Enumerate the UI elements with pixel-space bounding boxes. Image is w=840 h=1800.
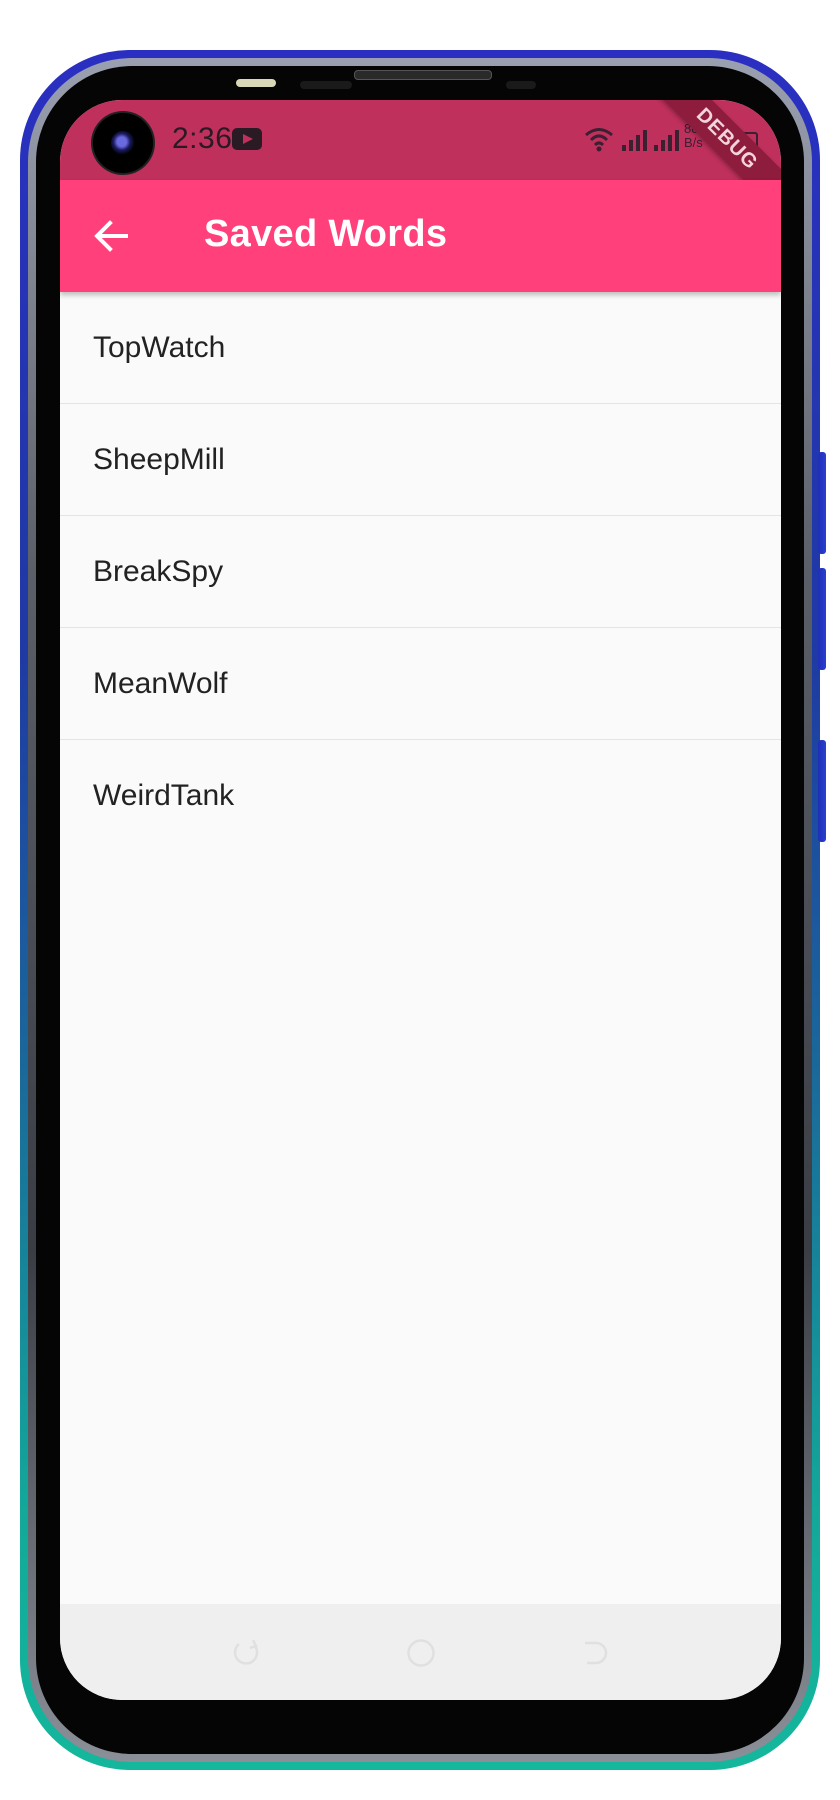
- arrow-left-icon: [94, 220, 128, 252]
- signal-sim1-icon: [622, 130, 647, 151]
- app-bar: Saved Words: [60, 180, 781, 292]
- list-item-label: WeirdTank: [93, 779, 235, 812]
- list-item-label: TopWatch: [93, 330, 226, 364]
- status-bar: 2:36 88 B/s DEBUG: [60, 100, 781, 222]
- list-item[interactable]: TopWatch: [60, 292, 781, 404]
- phone-screen: 2:36 88 B/s DEBUG Saved Words TopWatch S…: [60, 100, 781, 1700]
- signal-sim2-icon: [654, 130, 679, 151]
- proximity-sensor: [236, 79, 276, 87]
- nav-back-icon[interactable]: [231, 1638, 261, 1668]
- youtube-notification-icon: [232, 128, 262, 150]
- back-button[interactable]: [88, 212, 136, 260]
- list-item-label: SheepMill: [93, 442, 225, 476]
- nav-recent-icon[interactable]: [581, 1638, 611, 1668]
- network-speed-unit: B/s: [684, 135, 703, 150]
- sensor-right: [506, 81, 536, 89]
- list-item-label: BreakSpy: [93, 554, 224, 588]
- wifi-icon: [585, 128, 613, 152]
- nav-home-icon[interactable]: [406, 1638, 436, 1668]
- volume-up-button: [818, 452, 826, 554]
- list-item[interactable]: SheepMill: [60, 404, 781, 516]
- sensor-left: [300, 81, 352, 89]
- volume-down-button: [818, 568, 826, 670]
- list-item[interactable]: MeanWolf: [60, 628, 781, 740]
- saved-words-list: TopWatch SheepMill BreakSpy MeanWolf Wei…: [60, 292, 781, 852]
- front-camera: [93, 113, 153, 173]
- list-item[interactable]: WeirdTank: [60, 740, 781, 852]
- list-item[interactable]: BreakSpy: [60, 516, 781, 628]
- earpiece-speaker: [354, 70, 492, 80]
- status-time: 2:36: [172, 122, 233, 155]
- power-button: [818, 740, 826, 842]
- system-nav-bar: [60, 1604, 781, 1700]
- page-title: Saved Words: [204, 213, 448, 255]
- list-item-label: MeanWolf: [93, 666, 228, 700]
